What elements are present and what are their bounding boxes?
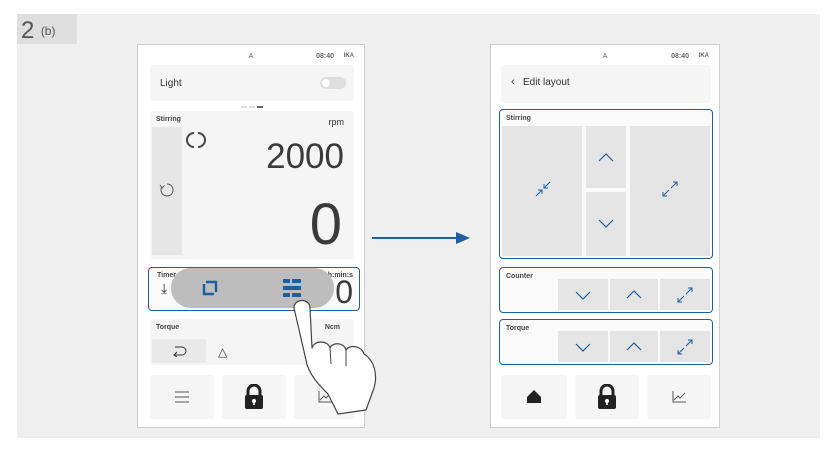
torque-label: Torque <box>156 324 180 331</box>
brand-logo: IKA <box>698 53 709 59</box>
counter-label: Counter <box>506 273 533 280</box>
chevron-down-icon <box>575 291 591 300</box>
reset-icon[interactable] <box>159 182 175 198</box>
torque-label: Torque <box>506 325 530 332</box>
expand-icon <box>662 181 678 197</box>
shrink-tile[interactable] <box>502 126 582 256</box>
step-number: 2 <box>21 17 35 44</box>
torque-expand-tile[interactable] <box>660 331 710 362</box>
transition-arrow <box>372 237 458 239</box>
stirring-layout-card[interactable]: Stirring <box>499 109 713 259</box>
chevron-down-icon <box>575 343 591 352</box>
hand-pointer-icon <box>293 299 377 415</box>
home-button[interactable] <box>501 375 567 419</box>
status-a-label: A <box>602 53 608 60</box>
timer-download-icon[interactable]: ⤓ <box>161 280 167 297</box>
light-label: Light <box>160 78 182 89</box>
stirring-set-value: 2000 <box>266 137 344 176</box>
light-toggle[interactable] <box>320 77 346 89</box>
menu-icon <box>175 391 189 403</box>
torque-move-down-tile[interactable] <box>558 331 608 362</box>
move-up-tile[interactable] <box>586 126 626 188</box>
light-card[interactable]: Light <box>150 65 354 101</box>
torque-return-button[interactable] <box>152 339 206 363</box>
home-icon <box>527 390 541 403</box>
torque-layout-card[interactable]: Torque <box>499 319 713 365</box>
lock-icon <box>245 384 263 409</box>
counter-expand-tile[interactable] <box>660 279 710 310</box>
right-device-screen: A 08:40 IKA ‹ Edit layout Stirring Count… <box>490 44 720 428</box>
delta-symbol: △ <box>218 345 228 359</box>
status-time: 08:40 <box>671 53 689 60</box>
shrink-icon <box>535 181 551 197</box>
edit-layout-header: ‹ Edit layout <box>501 65 711 103</box>
status-bar: A 08:40 IKA <box>138 45 364 67</box>
status-bar: A 08:40 IKA <box>491 45 719 67</box>
chevron-up-icon <box>598 153 614 162</box>
stirring-card[interactable]: Stirring rpm 2000 0 <box>150 111 354 259</box>
chevron-down-icon <box>598 219 614 228</box>
graph-button[interactable] <box>647 375 711 419</box>
chevron-up-icon <box>626 342 642 351</box>
swap-icon[interactable] <box>201 279 219 297</box>
back-chevron[interactable]: ‹ <box>511 76 515 88</box>
status-time: 08:40 <box>316 53 334 60</box>
lock-icon <box>598 384 616 409</box>
torque-move-up-tile[interactable] <box>610 331 658 362</box>
status-a-label: A <box>248 53 254 60</box>
counter-move-down-tile[interactable] <box>558 279 608 310</box>
page-indicator <box>241 106 263 108</box>
step-sub-label: (b) <box>40 24 56 38</box>
step-label: 2 (b) <box>17 14 77 44</box>
chevron-up-icon <box>626 290 642 299</box>
stirring-label: Stirring <box>156 116 181 123</box>
expand-icon <box>677 339 693 355</box>
menu-button[interactable] <box>150 375 214 419</box>
page-title: Edit layout <box>523 77 570 88</box>
expand-icon <box>677 287 693 303</box>
graph-icon <box>672 391 686 403</box>
counter-layout-card[interactable]: Counter <box>499 267 713 313</box>
lock-button[interactable] <box>222 375 286 419</box>
stirring-label: Stirring <box>506 115 531 122</box>
transition-arrow-head <box>456 232 470 244</box>
brand-logo: IKA <box>343 53 354 59</box>
move-down-tile[interactable] <box>586 192 626 256</box>
return-icon <box>173 346 187 357</box>
lock-button[interactable] <box>575 375 639 419</box>
counter-move-up-tile[interactable] <box>610 279 658 310</box>
rotation-icon <box>186 132 206 148</box>
stirring-unit: rpm <box>328 117 345 127</box>
expand-tile[interactable] <box>630 126 710 256</box>
stirring-actual-value: 0 <box>309 192 342 257</box>
